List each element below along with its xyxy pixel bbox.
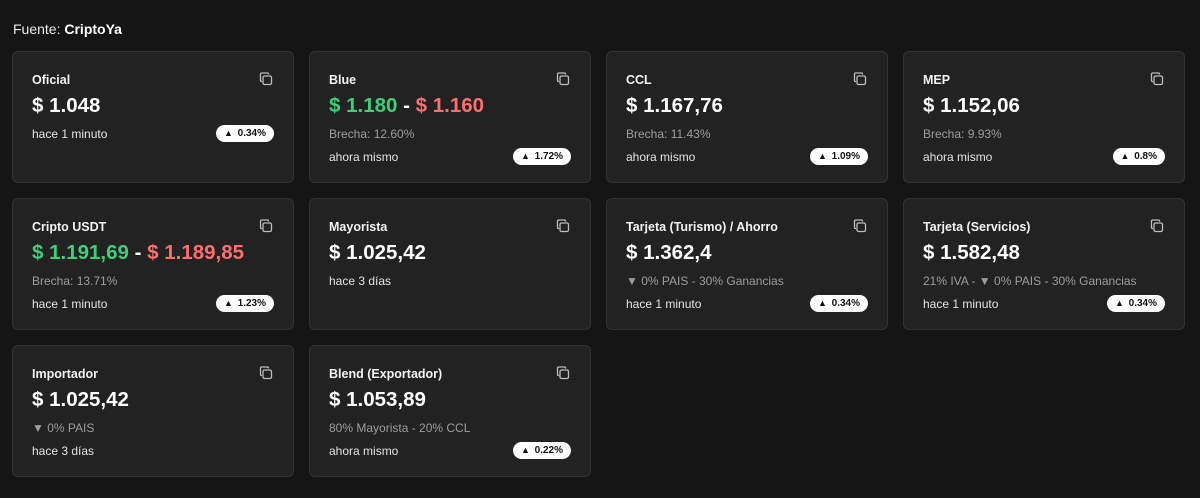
change-value: 0.34% [831, 298, 860, 309]
rate-card-blend: Blend (Exportador) $ 1.053,89 80% Mayori… [309, 345, 591, 477]
card-time: ahora mismo [923, 150, 993, 164]
rate-card-oficial: Oficial $ 1.048 hace 1 minuto ▲ 0.34% [12, 51, 294, 183]
copy-icon[interactable] [1150, 72, 1164, 86]
change-value: 1.72% [534, 151, 563, 162]
copy-icon[interactable] [259, 219, 273, 233]
copy-icon[interactable] [556, 72, 570, 86]
sell-price: $ 1.160 [415, 94, 485, 117]
card-price: $ 1.025,42 [329, 241, 426, 264]
card-title: Tarjeta (Turismo) / Ahorro [626, 220, 778, 234]
rate-card-tarjeta-turismo: Tarjeta (Turismo) / Ahorro $ 1.362,4 ▼ 0… [606, 198, 888, 330]
card-subtitle: Brecha: 13.71% [32, 274, 118, 288]
card-title: Blue [329, 73, 357, 87]
card-title: Tarjeta (Servicios) [923, 220, 1031, 234]
card-time: hace 1 minuto [32, 127, 108, 141]
copy-icon[interactable] [259, 366, 273, 380]
card-title: CCL [626, 73, 652, 87]
change-badge: ▲ 0.34% [215, 125, 274, 142]
card-time: hace 3 días [329, 274, 392, 288]
change-value: 1.09% [831, 151, 860, 162]
card-subtitle: Brecha: 11.43% [626, 127, 711, 141]
rate-card-ccl: CCL $ 1.167,76 Brecha: 11.43% ahora mism… [606, 51, 888, 183]
copy-icon[interactable] [259, 72, 273, 86]
rate-card-blue: Blue $ 1.180 - $ 1.160 Brecha: 12.60% ah… [309, 51, 591, 183]
price-separator: - [134, 241, 142, 264]
card-title: Importador [32, 367, 98, 381]
card-price-range: $ 1.180 - $ 1.160 [329, 94, 484, 118]
card-title: Oficial [32, 73, 71, 87]
triangle-up-icon: ▲ [223, 298, 233, 308]
card-subtitle: 80% Mayorista - 20% CCL [329, 421, 471, 435]
change-value: 0.8% [1134, 151, 1157, 162]
card-price: $ 1.053,89 [329, 388, 426, 411]
card-time: ahora mismo [626, 150, 696, 164]
card-subtitle: 21% IVA - ▼ 0% PAIS - 30% Ganancias [923, 274, 1137, 288]
copy-icon[interactable] [1150, 219, 1164, 233]
card-price: $ 1.152,06 [923, 94, 1020, 117]
card-time: ahora mismo [329, 444, 399, 458]
triangle-up-icon: ▲ [520, 151, 530, 161]
card-subtitle: Brecha: 12.60% [329, 127, 415, 141]
change-badge: ▲ 0.34% [1106, 295, 1165, 312]
card-price: $ 1.048 [32, 94, 101, 117]
card-subtitle: Brecha: 9.93% [923, 127, 1002, 141]
card-time: hace 3 días [32, 444, 95, 458]
change-value: 1.23% [237, 298, 266, 309]
rate-card-importador: Importador $ 1.025,42 ▼ 0% PAIS hace 3 d… [12, 345, 294, 477]
rate-card-tarjeta-servicios: Tarjeta (Servicios) $ 1.582,48 21% IVA -… [903, 198, 1185, 330]
change-value: 0.34% [1128, 298, 1157, 309]
card-time: hace 1 minuto [626, 297, 702, 311]
triangle-up-icon: ▲ [817, 151, 827, 161]
copy-icon[interactable] [853, 219, 867, 233]
card-price: $ 1.362,4 [626, 241, 712, 264]
card-subtitle: ▼ 0% PAIS - 30% Ganancias [626, 274, 784, 288]
triangle-up-icon: ▲ [520, 445, 530, 455]
triangle-up-icon: ▲ [1120, 151, 1130, 161]
change-value: 0.22% [534, 445, 563, 456]
source-name: CriptoYa [64, 21, 122, 37]
card-title: Blend (Exportador) [329, 367, 443, 381]
card-time: hace 1 minuto [32, 297, 108, 311]
change-badge: ▲ 1.72% [512, 148, 571, 165]
triangle-up-icon: ▲ [1114, 298, 1124, 308]
source-prefix: Fuente: [13, 21, 61, 37]
card-title: MEP [923, 73, 951, 87]
copy-icon[interactable] [853, 72, 867, 86]
sell-price: $ 1.189,85 [147, 241, 245, 264]
price-separator: - [403, 94, 410, 117]
copy-icon[interactable] [556, 219, 570, 233]
triangle-up-icon: ▲ [817, 298, 827, 308]
buy-price: $ 1.180 [329, 94, 398, 117]
card-price: $ 1.582,48 [923, 241, 1020, 264]
change-badge: ▲ 0.8% [1112, 148, 1165, 165]
rate-card-mayorista: Mayorista $ 1.025,42 hace 3 días [309, 198, 591, 330]
card-title: Cripto USDT [32, 220, 107, 234]
change-badge: ▲ 0.34% [809, 295, 868, 312]
source-label: Fuente: CriptoYa [13, 21, 122, 37]
card-time: ahora mismo [329, 150, 399, 164]
change-badge: ▲ 1.23% [215, 295, 274, 312]
card-subtitle: ▼ 0% PAIS [32, 421, 95, 435]
change-badge: ▲ 0.22% [512, 442, 571, 459]
triangle-up-icon: ▲ [223, 128, 233, 138]
rate-card-mep: MEP $ 1.152,06 Brecha: 9.93% ahora mismo… [903, 51, 1185, 183]
copy-icon[interactable] [556, 366, 570, 380]
rate-card-cripto-usdt: Cripto USDT $ 1.191,69 - $ 1.189,85 Brec… [12, 198, 294, 330]
change-badge: ▲ 1.09% [809, 148, 868, 165]
card-title: Mayorista [329, 220, 388, 234]
change-value: 0.34% [237, 128, 266, 139]
card-time: hace 1 minuto [923, 297, 999, 311]
card-price: $ 1.025,42 [32, 388, 129, 411]
buy-price: $ 1.191,69 [32, 241, 129, 264]
card-price: $ 1.167,76 [626, 94, 723, 117]
card-price-range: $ 1.191,69 - $ 1.189,85 [32, 241, 244, 265]
